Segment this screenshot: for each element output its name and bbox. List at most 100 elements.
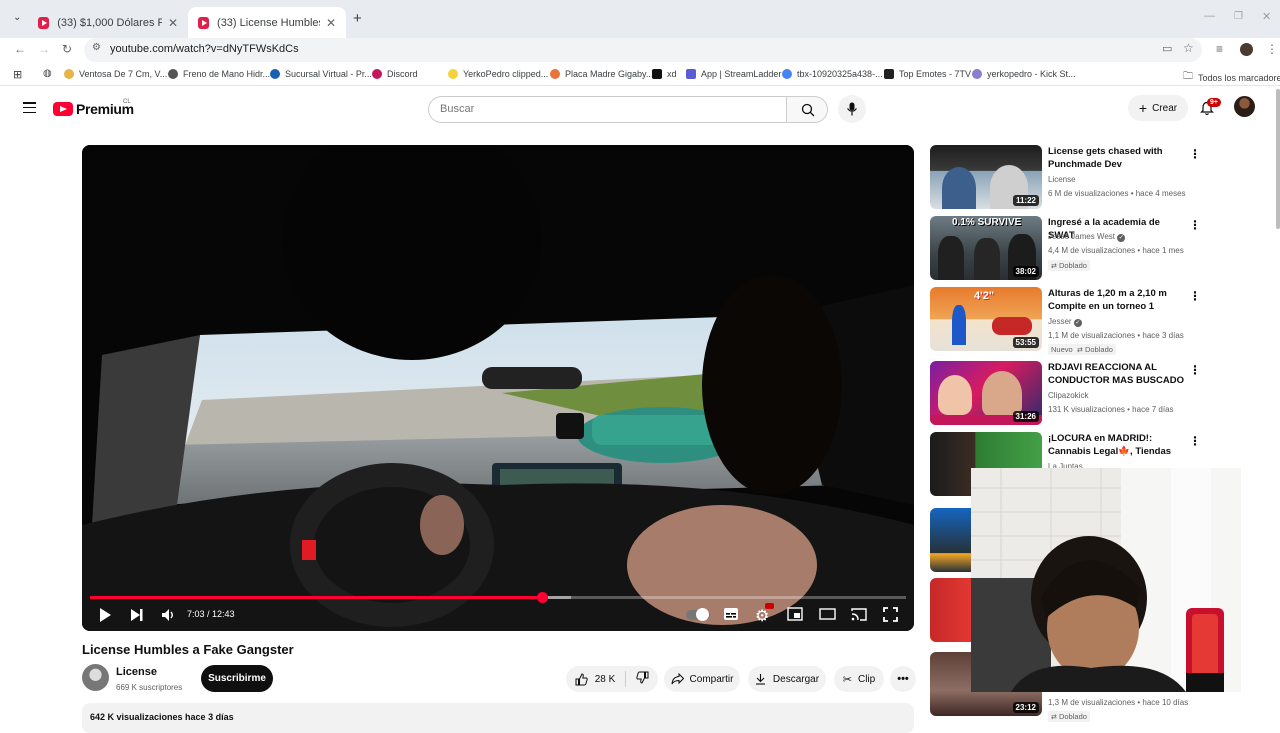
autoplay-toggle[interactable] xyxy=(686,608,710,621)
channel-avatar[interactable] xyxy=(82,664,109,691)
close-tab-icon[interactable]: ✕ xyxy=(168,16,178,30)
video-player[interactable]: 7:03 / 12:43 ⚙ xyxy=(82,145,914,631)
kick-icon xyxy=(652,69,662,79)
video-thumbnail[interactable]: 31:26 xyxy=(930,361,1042,425)
thumbnail-person xyxy=(952,305,966,345)
more-actions-button[interactable]: ••• xyxy=(890,666,916,692)
view-count-and-date: 642 K visualizaciones hace 3 días xyxy=(90,712,234,722)
recommendation-item[interactable]: 4'2" 53:55 Alturas de 1,20 m a 2,10 m Co… xyxy=(930,287,1201,355)
more-options-icon[interactable]: ⋮ xyxy=(1189,147,1201,161)
bookmark-item[interactable]: Sucursal Virtual - Pr... xyxy=(270,69,372,79)
tab-inactive[interactable]: (33) $1,000 Dólares Por Cada M ✕ xyxy=(28,7,188,38)
more-options-icon[interactable]: ⋮ xyxy=(1189,289,1201,303)
subscribe-button[interactable]: Suscribirme xyxy=(201,665,273,692)
bookmark-item[interactable]: Placa Madre Gigaby... xyxy=(550,69,653,79)
tab-list-chevron-icon[interactable]: ⌄ xyxy=(13,12,21,23)
scrubber-handle[interactable] xyxy=(537,592,549,603)
search-input[interactable]: Buscar xyxy=(428,96,786,123)
more-options-icon[interactable]: ⋮ xyxy=(1189,434,1201,448)
verified-check-icon: ✓ xyxy=(1073,319,1082,327)
next-button[interactable] xyxy=(130,607,144,626)
recommendation-item[interactable]: 11:22 License gets chased with Punchmade… xyxy=(930,145,1201,211)
tab-active[interactable]: (33) License Humbles a Fake Ga ✕ xyxy=(188,7,346,38)
voice-search-button[interactable] xyxy=(838,95,866,123)
create-label: Crear xyxy=(1152,102,1178,114)
share-button[interactable]: Compartir xyxy=(664,666,740,692)
video-thumbnail[interactable]: 11:22 xyxy=(930,145,1042,209)
youtube-premium-logo[interactable]: Premium CL xyxy=(53,99,134,117)
bookmark-item[interactable]: tbx-10920325a438-... xyxy=(782,69,883,79)
more-options-icon[interactable]: ⋮ xyxy=(1189,363,1201,377)
channel-name[interactable]: License xyxy=(116,666,157,678)
bookmark-item[interactable]: Freno de Mano Hidr... xyxy=(168,69,270,79)
create-button[interactable]: + Crear xyxy=(1128,95,1188,121)
new-tab-button[interactable]: + xyxy=(353,10,362,27)
close-window-icon[interactable]: ✕ xyxy=(1262,10,1271,23)
bookmark-star-icon[interactable]: ☆ xyxy=(1183,41,1194,55)
globe-icon[interactable]: ◍ xyxy=(43,68,52,79)
fullscreen-button[interactable] xyxy=(883,607,898,625)
minimize-window-icon[interactable]: — xyxy=(1204,10,1215,22)
address-bar[interactable]: ⚙ youtube.com/watch?v=dNyTFWsKdCs ▭ ☆ xyxy=(84,38,1202,62)
close-tab-icon[interactable]: ✕ xyxy=(326,16,336,30)
video-thumbnail[interactable]: 4'2" 53:55 xyxy=(930,287,1042,351)
media-control-icon[interactable]: ≡ xyxy=(1216,42,1223,56)
bookmark-item[interactable]: Top Emotes - 7TV xyxy=(884,69,971,79)
cast-button[interactable] xyxy=(851,607,867,624)
share-icon xyxy=(671,673,684,685)
volume-icon xyxy=(162,609,173,621)
site-info-icon[interactable]: ⚙ xyxy=(92,42,101,53)
dubbed-icon: ⇄ xyxy=(1051,263,1057,270)
bookmark-favicon-icon xyxy=(270,69,280,79)
dubbed-tag: ⇄ Doblado xyxy=(1074,344,1116,355)
cast-page-icon[interactable]: ▭ xyxy=(1162,42,1172,55)
description-box[interactable]: 642 K visualizaciones hace 3 días xyxy=(82,703,914,733)
reload-icon[interactable]: ↻ xyxy=(62,42,72,56)
seek-bar[interactable] xyxy=(90,592,906,603)
bookmark-item[interactable]: xd xyxy=(652,69,677,79)
bookmark-favicon-icon xyxy=(448,69,458,79)
thumbs-up-icon xyxy=(575,672,588,685)
recommendation-item[interactable]: 31:26 RDJAVI REACCIONA AL CONDUCTOR MAS … xyxy=(930,361,1201,427)
cast-icon xyxy=(851,608,867,621)
recommendation-meta: 1,3 M de visualizaciones • hace 10 días xyxy=(1048,698,1189,707)
recommendation-title: ¡LOCURA en MADRID!: Cannabis Legal🍁, Tie… xyxy=(1048,433,1172,460)
bookmark-item[interactable]: Discord xyxy=(372,69,418,79)
bookmark-favicon-icon xyxy=(550,69,560,79)
clip-button[interactable]: ✂ Clip xyxy=(834,666,884,692)
bookmark-item[interactable]: yerkopedro - Kick St... xyxy=(972,69,1076,79)
youtube-logo-icon xyxy=(53,102,73,116)
page-scrollbar[interactable] xyxy=(1276,89,1280,229)
bookmark-item[interactable]: App | StreamLadder xyxy=(686,69,781,79)
next-icon xyxy=(131,609,143,621)
dislike-button[interactable] xyxy=(636,671,649,687)
recommendation-item[interactable]: 0.1% SURVIVE 38:02 Ingresé a la academia… xyxy=(930,216,1201,282)
account-avatar[interactable] xyxy=(1234,96,1255,117)
apps-grid-icon[interactable]: ⊞ xyxy=(13,68,22,81)
bookmark-item[interactable]: Ventosa De 7 Cm, V... xyxy=(64,69,167,79)
all-bookmarks-button[interactable]: 🗀 Todos los marcadores xyxy=(1183,69,1280,86)
hamburger-menu-icon[interactable] xyxy=(23,102,36,116)
subtitles-button[interactable] xyxy=(723,607,739,624)
settings-button[interactable]: ⚙ xyxy=(755,603,774,626)
restore-window-icon[interactable]: ❐ xyxy=(1234,11,1243,22)
back-arrow-icon[interactable]: ← xyxy=(14,42,26,56)
thumbnail-person xyxy=(942,167,976,209)
video-thumbnail[interactable]: 0.1% SURVIVE 38:02 xyxy=(930,216,1042,280)
search-button[interactable] xyxy=(786,96,828,123)
miniplayer-button[interactable] xyxy=(787,607,803,624)
recommendation-meta: 1,1 M de visualizaciones • hace 3 días xyxy=(1048,331,1184,340)
play-button[interactable] xyxy=(98,607,112,626)
bookmark-item[interactable]: YerkoPedro clipped... xyxy=(448,69,548,79)
volume-button[interactable] xyxy=(161,607,177,626)
bookmark-label: App | StreamLadder xyxy=(701,69,782,79)
forward-arrow-icon[interactable]: → xyxy=(38,42,50,56)
bookmark-label: xd xyxy=(667,69,677,79)
channel-label: Jesse James West xyxy=(1048,232,1115,241)
more-options-icon[interactable]: ⋮ xyxy=(1189,218,1201,232)
browser-menu-icon[interactable]: ⋮ xyxy=(1266,42,1278,56)
like-button[interactable]: 28 K xyxy=(575,672,615,686)
download-button[interactable]: Descargar xyxy=(748,666,826,692)
profile-avatar-icon[interactable] xyxy=(1240,43,1253,56)
theater-mode-button[interactable] xyxy=(819,607,836,624)
